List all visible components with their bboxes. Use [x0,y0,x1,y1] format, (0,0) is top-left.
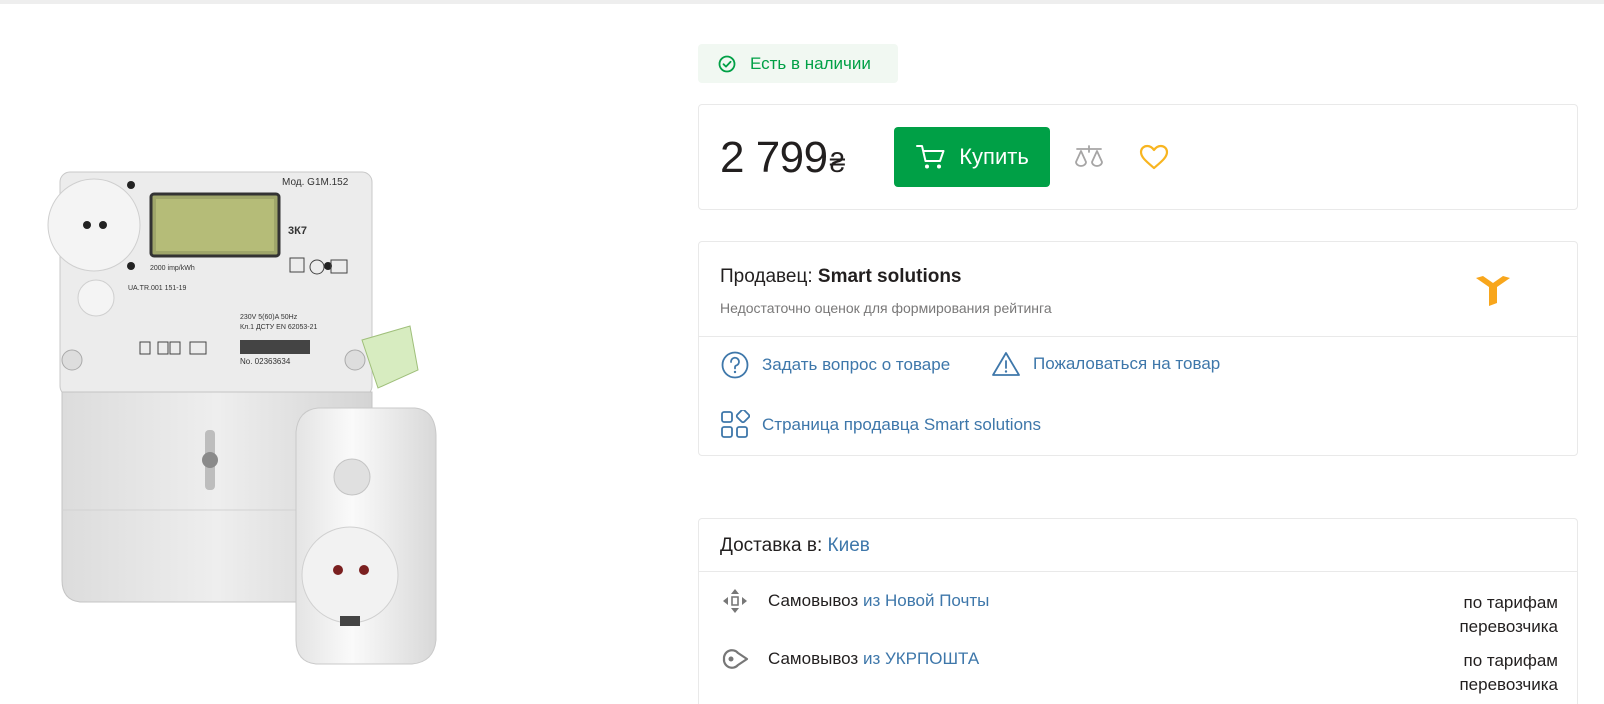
ask-question-link[interactable]: Задать вопрос о товаре [720,350,950,380]
compare-button[interactable] [1071,139,1107,175]
seller-divider [699,336,1577,337]
seller-line: Продавец: Smart solutions [720,266,962,288]
meter-rating-label: 230V 5(60)A 50Hz [240,314,298,321]
availability-label: Есть в наличии [750,53,871,73]
delivery-title: Доставка в: Киев [720,535,870,557]
delivery-source-link[interactable]: из Новой Почты [863,591,989,610]
complain-label: Пожаловаться на товар [1033,354,1221,373]
seller-name: Smart solutions [817,266,962,287]
delivery-source-link[interactable]: из УКРПОШТА [863,649,979,668]
product-photo: Мод. G1M.152 3К7 2000 imp/kWh UA.TR.001 … [47,171,437,665]
seller-page-label: Страница продавца Smart solutions [762,415,1041,434]
add-to-wishlist-button[interactable] [1136,139,1172,175]
delivery-cost-line2: перевозчика [1459,675,1558,694]
delivery-cost-line1: по тарифам [1463,651,1558,670]
buy-button[interactable]: Купить [894,127,1050,187]
meter-model-label: Мод. G1M.152 [282,177,349,188]
delivery-option-text: Самовывоз из УКРПОШТА [768,649,979,669]
meter-cert-label: UA.TR.001 151-19 [128,285,186,292]
delivery-cost-line1: по тарифам [1463,593,1558,612]
check-circle-icon [718,55,736,72]
seller-logo-icon [1476,276,1510,306]
delivery-city-link[interactable]: Киев [828,535,870,556]
meter-number-label: No. 02363634 [240,357,291,366]
apps-grid-icon [721,410,750,438]
cart-icon [916,145,945,169]
delivery-option-text: Самовывоз из Новой Почты [768,591,989,611]
buy-label: Купить [959,144,1029,169]
product-image[interactable]: Мод. G1M.152 3К7 2000 imp/kWh UA.TR.001 … [0,40,640,704]
compare-scales-icon [1075,145,1103,167]
delivery-card: Доставка в: Киев Самовывоз из Новой Почт… [698,518,1578,704]
seller-prefix: Продавец: [720,266,813,287]
nova-poshta-icon [723,589,747,613]
meter-imp-label: 2000 imp/kWh [150,265,195,272]
delivery-cost-line2: перевозчика [1459,617,1558,636]
seller-card: Продавец: Smart solutions Недостаточно о… [698,241,1578,456]
price-card: 2 799₴ Купить [698,104,1578,210]
seller-page-link[interactable]: Страница продавца Smart solutions [720,410,1041,440]
price-currency: ₴ [829,147,846,178]
availability-badge: Есть в наличии [698,44,898,83]
heart-icon [1139,144,1169,170]
complain-link[interactable]: Пожаловаться на товар [991,350,1220,378]
meter-class-label: 3К7 [288,225,307,237]
product-price: 2 799₴ [720,133,845,183]
delivery-divider [699,571,1577,572]
seller-rating-note: Недостаточно оценок для формирования рей… [720,300,1052,316]
ukrposhta-icon [722,649,749,669]
delivery-method: Самовывоз [768,649,859,668]
delivery-method: Самовывоз [768,591,859,610]
delivery-cost: по тарифам перевозчика [1418,649,1558,697]
price-value: 2 799 [720,133,828,182]
meter-standard-label: Кл.1 ДСТУ EN 62053-21 [240,324,318,331]
question-circle-icon [721,351,749,379]
top-divider [0,0,1604,4]
delivery-cost: по тарифам перевозчика [1418,591,1558,639]
ask-question-label: Задать вопрос о товаре [762,355,951,374]
warning-triangle-icon [992,352,1020,376]
delivery-prefix: Доставка в: [720,535,823,556]
